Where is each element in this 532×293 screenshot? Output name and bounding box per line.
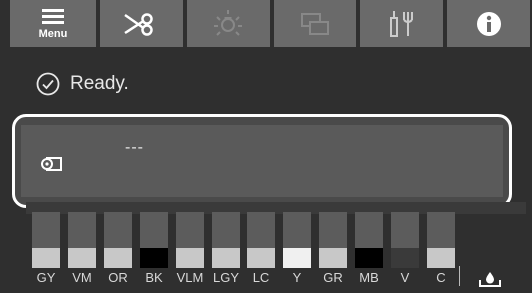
ink-fill-segment xyxy=(247,248,275,268)
ink-empty-segment xyxy=(319,212,347,248)
ink-label: GY xyxy=(36,270,56,285)
ink-cartridge-gy xyxy=(32,212,60,268)
ink-empty-segment xyxy=(140,212,168,248)
ink-cartridge-c xyxy=(427,212,455,268)
ink-fill-segment xyxy=(283,248,311,268)
paper-settings-panel[interactable]: --- xyxy=(12,114,512,208)
ink-label: BK xyxy=(145,270,163,285)
ink-cartridge-or xyxy=(104,212,132,268)
printer-screen: Menu Ready. --- GY VM OR BK VLM LGY LC Y… xyxy=(0,0,532,293)
ink-label: GR xyxy=(323,270,343,285)
scissors-icon xyxy=(124,12,154,36)
ink-empty-segment xyxy=(176,212,204,248)
ink-fill-segment xyxy=(427,248,455,268)
ink-cartridge-vlm xyxy=(176,212,204,268)
layout-icon xyxy=(300,12,329,35)
ink-fill-segment xyxy=(104,248,132,268)
ink-empty-segment xyxy=(391,212,419,248)
ink-cartridge-y xyxy=(283,212,311,268)
light-icon xyxy=(214,9,243,36)
check-circle-icon xyxy=(36,72,60,96)
maintenance-button[interactable] xyxy=(360,0,444,47)
info-icon xyxy=(476,11,501,36)
ink-cartridge-bk xyxy=(140,212,168,268)
ink-cartridge-gr xyxy=(319,212,347,268)
paper-type-text: --- xyxy=(125,139,144,156)
info-button[interactable] xyxy=(447,0,530,47)
ink-empty-segment xyxy=(212,212,240,248)
status-line: Ready. xyxy=(36,72,129,96)
cut-button[interactable] xyxy=(100,0,183,47)
paper-roll-icon xyxy=(41,157,62,171)
ink-label: C xyxy=(436,270,446,285)
ink-cartridge-lc xyxy=(247,212,275,268)
ink-fill-segment xyxy=(68,248,96,268)
ink-empty-segment xyxy=(355,212,383,248)
maintenance-tools-icon xyxy=(389,10,413,37)
light-button[interactable] xyxy=(186,0,270,47)
ink-empty-segment xyxy=(427,212,455,248)
ink-fill-segment xyxy=(391,248,419,268)
ink-label: Y xyxy=(292,270,302,285)
ink-empty-segment xyxy=(283,212,311,248)
ink-label: VLM xyxy=(176,270,204,285)
ink-fill-segment xyxy=(319,248,347,268)
ink-label: V xyxy=(400,270,410,285)
menu-label: Menu xyxy=(38,28,68,40)
status-text: Ready. xyxy=(70,73,129,94)
ink-label: LC xyxy=(252,270,270,285)
ink-fill-segment xyxy=(355,248,383,268)
ink-cartridge-v xyxy=(391,212,419,268)
layout-button[interactable] xyxy=(273,0,357,47)
ink-label: MB xyxy=(359,270,379,285)
ink-empty-segment xyxy=(32,212,60,248)
ink-cartridge-vm xyxy=(68,212,96,268)
paper-info-area: --- xyxy=(21,125,503,197)
menu-icon xyxy=(42,9,64,24)
ink-empty-segment xyxy=(68,212,96,248)
ink-label: OR xyxy=(108,270,128,285)
toolbar: Menu xyxy=(10,0,530,47)
ink-fill-segment xyxy=(32,248,60,268)
ink-cartridge-mb xyxy=(355,212,383,268)
ink-fill-segment xyxy=(140,248,168,268)
ink-fill-segment xyxy=(176,248,204,268)
ink-label: VM xyxy=(72,270,92,285)
ink-divider xyxy=(459,266,460,286)
ink-label: LGY xyxy=(212,270,239,285)
menu-button[interactable]: Menu xyxy=(10,0,96,47)
maintenance-box-icon xyxy=(479,272,501,287)
ink-empty-segment xyxy=(247,212,275,248)
ink-fill-segment xyxy=(212,248,240,268)
ink-empty-segment xyxy=(104,212,132,248)
ink-cartridge-lgy xyxy=(212,212,240,268)
